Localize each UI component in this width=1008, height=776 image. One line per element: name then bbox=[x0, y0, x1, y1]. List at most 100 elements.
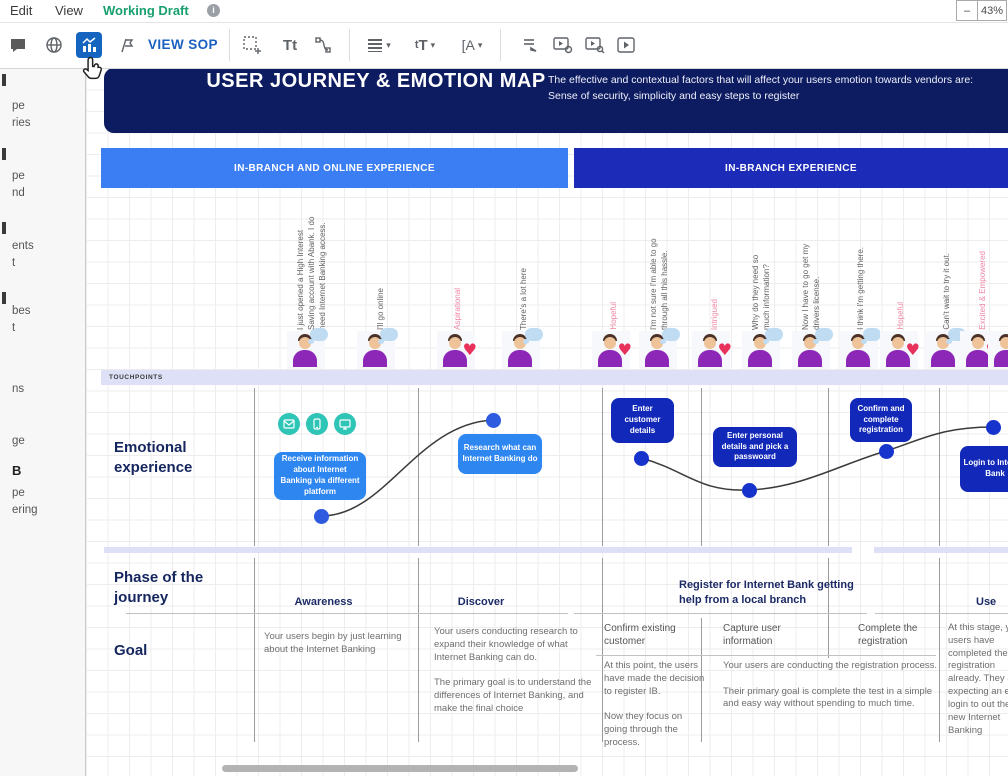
email-icon[interactable] bbox=[278, 413, 300, 435]
panel-section-header[interactable]: B bbox=[12, 463, 21, 478]
touchpoints-bar[interactable] bbox=[874, 370, 1008, 385]
menu-view[interactable]: View bbox=[55, 3, 83, 18]
avatar[interactable] bbox=[502, 331, 540, 369]
emotion-point[interactable] bbox=[314, 509, 329, 524]
journey-map-header-card[interactable]: USER JOURNEY & EMOTION MAP The effective… bbox=[104, 68, 1008, 133]
quote-label[interactable]: Why do they need so much information? bbox=[750, 234, 774, 330]
thought-bubble-icon bbox=[815, 328, 833, 341]
emotion-label[interactable]: Aspirational bbox=[452, 288, 463, 330]
panel-item[interactable]: pe bbox=[12, 100, 25, 112]
substep-complete-registration[interactable]: Complete the registration bbox=[858, 622, 946, 648]
avatar[interactable] bbox=[287, 331, 325, 369]
goal-text-awareness[interactable]: Your users begin by just learning about … bbox=[264, 631, 414, 657]
emotion-point[interactable] bbox=[742, 483, 757, 498]
row-label-goal[interactable]: Goal bbox=[114, 641, 147, 661]
avatar[interactable] bbox=[792, 331, 830, 369]
banner-in-branch[interactable]: IN-BRANCH EXPERIENCE bbox=[574, 148, 1008, 188]
emotion-label[interactable]: Hopeful bbox=[895, 302, 906, 330]
avatar[interactable] bbox=[988, 331, 1008, 369]
horizontal-scrollbar-thumb[interactable] bbox=[222, 765, 578, 772]
journey-step-box[interactable]: Enter customer details bbox=[611, 398, 674, 443]
zoom-out-button[interactable]: – bbox=[956, 0, 978, 21]
play-settings-icon[interactable] bbox=[550, 32, 576, 58]
emotion-label[interactable]: Intrigued bbox=[709, 299, 720, 330]
connector-tool-icon[interactable] bbox=[310, 32, 336, 58]
panel-item[interactable]: t bbox=[12, 322, 15, 334]
goal-text-register[interactable]: Your users are conducting the registrati… bbox=[723, 660, 938, 711]
phase-register[interactable]: Register for Internet Bank getting help … bbox=[679, 578, 874, 609]
avatar[interactable] bbox=[880, 331, 918, 369]
column-divider bbox=[602, 388, 603, 546]
goal-text-use[interactable]: At this stage, your users have completed… bbox=[948, 622, 1008, 737]
panel-item[interactable]: pe bbox=[12, 170, 25, 182]
panel-item[interactable]: pe bbox=[12, 487, 25, 499]
font-style-dropdown[interactable]: [A ▾ bbox=[452, 32, 492, 58]
present-list-icon[interactable] bbox=[518, 32, 544, 58]
column-divider bbox=[418, 388, 419, 546]
clipped-label-fragment bbox=[2, 222, 6, 234]
panel-item[interactable]: nd bbox=[12, 187, 25, 199]
quote-label[interactable]: Now I have to go get my drivers license. bbox=[800, 234, 824, 330]
avatar[interactable] bbox=[840, 331, 878, 369]
emotion-point[interactable] bbox=[879, 444, 894, 459]
avatar[interactable] bbox=[692, 331, 730, 369]
menu-edit[interactable]: Edit bbox=[10, 3, 32, 18]
quote-label[interactable]: I just opened a High Interest Saving acc… bbox=[295, 206, 329, 330]
globe-icon[interactable] bbox=[41, 32, 67, 58]
line-style-dropdown[interactable]: ▾ bbox=[360, 32, 398, 58]
journey-step-box[interactable]: Enter personal details and pick a passwo… bbox=[713, 427, 797, 467]
goal-text-confirm[interactable]: At this point, the users have made the d… bbox=[604, 660, 706, 750]
avatar[interactable] bbox=[437, 331, 475, 369]
marquee-select-icon[interactable] bbox=[239, 32, 265, 58]
panel-item[interactable]: ge bbox=[12, 435, 25, 447]
panel-item[interactable]: t bbox=[12, 257, 15, 269]
avatar[interactable] bbox=[357, 331, 395, 369]
info-icon[interactable]: i bbox=[207, 4, 220, 17]
quote-label[interactable]: Can't wait to try it out. bbox=[941, 253, 952, 330]
touchpoints-bar[interactable]: TOUCHPOINTS bbox=[101, 370, 875, 385]
flag-icon[interactable] bbox=[113, 32, 139, 58]
quote-label[interactable]: I'll go online bbox=[375, 288, 386, 330]
diagram-canvas[interactable]: USER JOURNEY & EMOTION MAP The effective… bbox=[86, 68, 1008, 776]
mobile-icon[interactable] bbox=[306, 413, 328, 435]
emotion-label[interactable]: Hopeful bbox=[608, 302, 619, 330]
text-size-dropdown[interactable]: tT ▾ bbox=[406, 32, 444, 58]
panel-item[interactable]: ents bbox=[12, 240, 34, 252]
play-search-icon[interactable] bbox=[582, 32, 608, 58]
row-label-emotional-experience[interactable]: Emotional experience bbox=[114, 438, 224, 477]
avatar[interactable] bbox=[592, 331, 630, 369]
avatar[interactable] bbox=[742, 331, 780, 369]
quote-label[interactable]: There's a lot here bbox=[518, 268, 529, 330]
journey-step-box[interactable]: Research what can Internet Banking do bbox=[458, 434, 542, 474]
panel-item[interactable]: ering bbox=[12, 504, 38, 516]
panel-item[interactable]: ns bbox=[12, 383, 24, 395]
row-label-phase[interactable]: Phase of the journey bbox=[114, 568, 214, 607]
zoom-level[interactable]: 43% bbox=[977, 0, 1007, 21]
emotion-point[interactable] bbox=[986, 420, 1001, 435]
view-sop-button[interactable]: VIEW SOP bbox=[148, 37, 218, 52]
phase-discover[interactable]: Discover bbox=[426, 596, 536, 608]
journey-step-box[interactable]: Receive information about Internet Banki… bbox=[274, 452, 366, 500]
banner-in-branch-and-online[interactable]: IN-BRANCH AND ONLINE EXPERIENCE bbox=[101, 148, 568, 188]
phase-use[interactable]: Use bbox=[976, 596, 1008, 608]
journey-step-box[interactable]: Confirm and complete registration bbox=[850, 398, 912, 442]
avatar[interactable] bbox=[925, 331, 963, 369]
panel-item[interactable]: ries bbox=[12, 117, 31, 129]
panel-item[interactable]: bes bbox=[12, 305, 31, 317]
journey-step-box[interactable]: Login to Internet Bank bbox=[960, 446, 1008, 492]
desktop-icon[interactable] bbox=[334, 413, 356, 435]
substep-confirm-customer[interactable]: Confirm existing customer bbox=[604, 622, 696, 648]
comment-icon[interactable] bbox=[5, 32, 31, 58]
substep-capture-info[interactable]: Capture user information bbox=[723, 622, 815, 648]
emotion-point[interactable] bbox=[486, 413, 501, 428]
draft-status-label[interactable]: Working Draft bbox=[103, 3, 189, 18]
emotion-point[interactable] bbox=[634, 451, 649, 466]
emotion-label[interactable]: Excited & Empowered bbox=[977, 251, 988, 330]
avatar[interactable] bbox=[639, 331, 677, 369]
quote-label[interactable]: I'm not sure I'm able to go through all … bbox=[648, 218, 672, 330]
phase-awareness[interactable]: Awareness bbox=[256, 596, 391, 608]
play-icon[interactable] bbox=[613, 32, 639, 58]
quote-label[interactable]: I think I'm getting there. bbox=[855, 247, 866, 330]
goal-text-discover[interactable]: Your users conducting research to expand… bbox=[434, 626, 592, 716]
text-tool-icon[interactable]: Tt bbox=[277, 32, 303, 58]
